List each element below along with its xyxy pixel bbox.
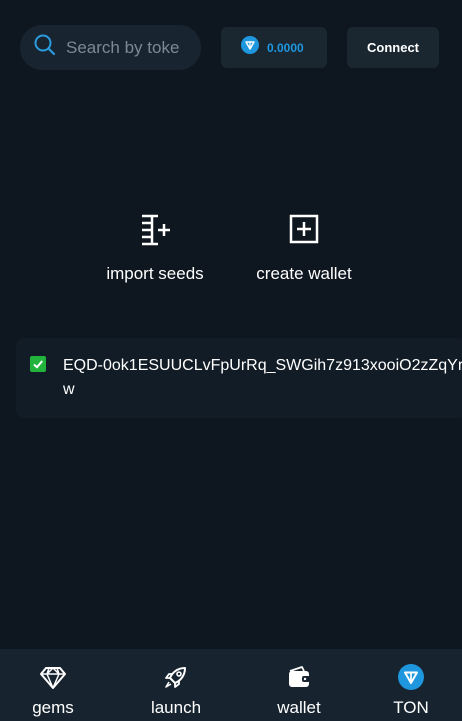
- nav-item-launch[interactable]: launch: [136, 649, 216, 721]
- nav-item-ton[interactable]: TON: [371, 649, 451, 721]
- nav-label-ton: TON: [393, 698, 429, 717]
- check-icon: [33, 360, 43, 369]
- search-input[interactable]: [66, 37, 180, 58]
- nav-label-gems: gems: [32, 698, 74, 717]
- ton-icon: [241, 36, 259, 59]
- create-wallet-label: create wallet: [256, 264, 352, 283]
- import-seeds-icon: [138, 212, 172, 251]
- selected-checkbox[interactable]: [30, 356, 46, 372]
- rocket-icon: [162, 663, 190, 691]
- connect-button[interactable]: Connect: [347, 27, 439, 68]
- nav-label-wallet: wallet: [277, 698, 321, 717]
- wallet-list-item[interactable]: EQD-0ok1ESUUCLvFpUrRq_SWGih7z913xooiO2zZ…: [16, 338, 462, 418]
- ton-icon: [397, 663, 425, 691]
- bottom-nav: gems launch wallet TON: [0, 649, 462, 721]
- wallet-icon: [285, 663, 313, 691]
- nav-item-wallet[interactable]: wallet: [259, 649, 339, 721]
- import-seeds-label: import seeds: [106, 264, 204, 283]
- create-wallet-button[interactable]: create wallet: [250, 212, 358, 284]
- nav-label-launch: launch: [150, 698, 202, 717]
- wallet-address: EQD-0ok1ESUUCLvFpUrRq_SWGih7z913xooiO2zZ…: [63, 357, 462, 398]
- balance-button[interactable]: 0.0000: [221, 27, 327, 68]
- import-seeds-button[interactable]: import seeds: [102, 212, 208, 284]
- search-icon: [34, 34, 56, 61]
- create-wallet-icon: [287, 212, 321, 251]
- nav-item-gems[interactable]: gems: [13, 649, 93, 721]
- balance-amount: 0.0000: [267, 40, 304, 55]
- diamond-icon: [39, 663, 67, 691]
- search-bar[interactable]: [20, 25, 201, 70]
